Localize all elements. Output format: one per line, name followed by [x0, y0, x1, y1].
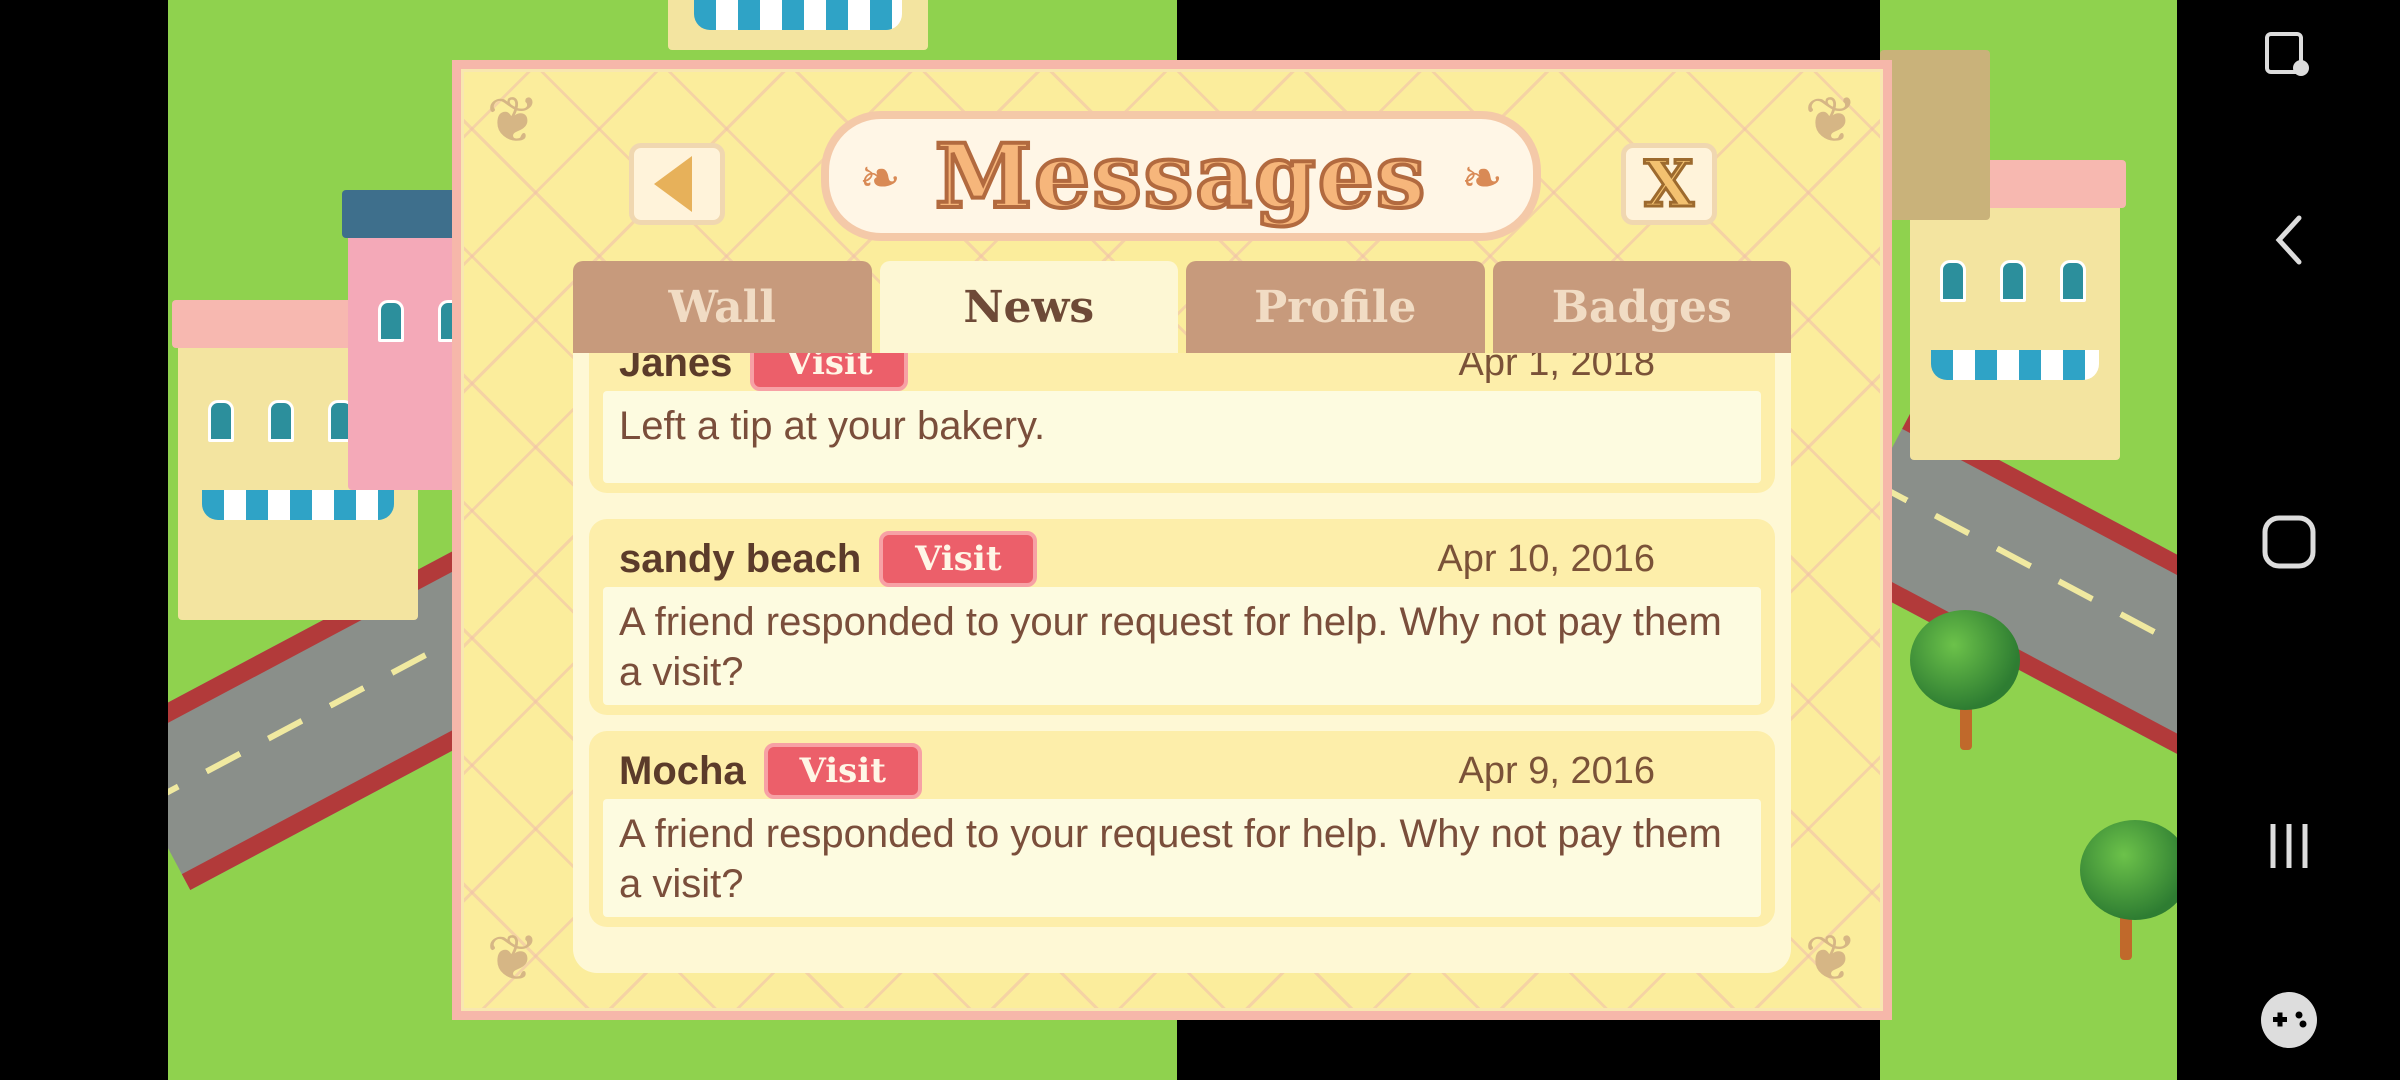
- message-date: Apr 10, 2016: [1437, 537, 1655, 580]
- screen-lock-icon[interactable]: [2249, 16, 2329, 96]
- corner-ornament-icon: ❦: [1804, 84, 1858, 158]
- tab-bar: Wall News Profile Badges: [573, 261, 1791, 353]
- visit-button[interactable]: Visit: [763, 743, 922, 799]
- tab-badges[interactable]: Badges: [1492, 261, 1791, 353]
- visit-button[interactable]: Visit: [750, 353, 909, 391]
- recents-icon[interactable]: [2249, 806, 2329, 886]
- dialog-title: Messages: [933, 122, 1428, 230]
- flourish-right-icon: ❧: [1461, 149, 1503, 207]
- system-navigation-bar: [2177, 0, 2400, 1080]
- back-button[interactable]: [629, 143, 725, 225]
- street: [1880, 412, 2177, 804]
- home-icon[interactable]: [2249, 502, 2329, 582]
- message-text: A friend responded to your request for h…: [603, 587, 1761, 705]
- list-item: Janes Visit Apr 1, 2018 Left a tip at yo…: [589, 353, 1775, 493]
- corner-ornament-icon: ❦: [486, 84, 540, 158]
- list-item: Mocha Visit Apr 9, 2016 A friend respond…: [589, 731, 1775, 927]
- message-text: A friend responded to your request for h…: [603, 799, 1761, 917]
- message-text: Left a tip at your bakery.: [603, 391, 1761, 483]
- game-tools-icon[interactable]: [2249, 980, 2329, 1060]
- list-item: sandy beach Visit Apr 10, 2016 A friend …: [589, 519, 1775, 715]
- building: [1880, 50, 1990, 220]
- title-plaque: ❧ Messages ❧: [821, 111, 1541, 241]
- tab-news[interactable]: News: [879, 261, 1178, 353]
- tree: [1910, 610, 2020, 710]
- corner-ornament-icon: ❦: [486, 922, 540, 996]
- flourish-left-icon: ❧: [859, 149, 901, 207]
- sender-name: sandy beach: [619, 536, 862, 581]
- messages-dialog: ❦ ❦ ❦ ❦ ❧ Messages ❧ X Wall News Profile…: [452, 60, 1892, 1020]
- tab-wall[interactable]: Wall: [573, 261, 872, 353]
- news-list[interactable]: Janes Visit Apr 1, 2018 Left a tip at yo…: [573, 353, 1791, 973]
- sender-name: Janes: [619, 353, 733, 385]
- back-arrow-icon: [654, 156, 692, 212]
- corner-ornament-icon: ❦: [1804, 922, 1858, 996]
- building: [668, 0, 928, 50]
- message-date: Apr 1, 2018: [1458, 353, 1655, 384]
- sender-name: Mocha: [619, 748, 746, 793]
- visit-button[interactable]: Visit: [879, 531, 1038, 587]
- tab-profile[interactable]: Profile: [1186, 261, 1485, 353]
- close-button[interactable]: X: [1621, 143, 1717, 225]
- back-icon[interactable]: [2249, 200, 2329, 280]
- game-scene-right: [1880, 0, 2177, 1080]
- tree: [2080, 820, 2177, 920]
- close-icon: X: [1643, 145, 1696, 223]
- message-date: Apr 9, 2016: [1458, 749, 1655, 792]
- building: [1904, 160, 2126, 460]
